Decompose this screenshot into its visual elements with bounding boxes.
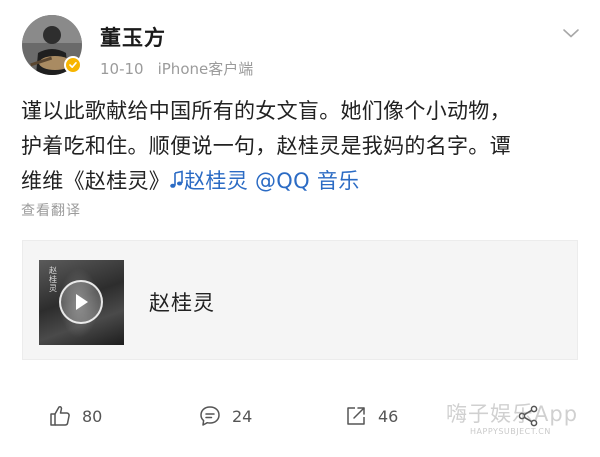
song-title: 赵桂灵 <box>149 291 215 315</box>
repost-icon <box>347 407 365 425</box>
music-link[interactable]: 赵桂灵 <box>170 169 248 193</box>
play-icon <box>76 294 88 310</box>
translate-link[interactable]: 查看翻译 <box>21 200 81 220</box>
post-date: 10-10 <box>100 60 144 78</box>
mention-link[interactable]: @QQ 音乐 <box>255 169 360 193</box>
chevron-down-icon[interactable] <box>562 24 580 38</box>
post-text-line-1: 谨以此歌献给中国所有的女文盲。她们像个小动物， <box>21 99 511 123</box>
thumbs-up-icon <box>50 405 70 426</box>
author-name[interactable]: 董玉方 <box>100 22 166 52</box>
play-button[interactable] <box>59 280 103 324</box>
comment-count: 24 <box>232 406 253 426</box>
post-meta: 10-10 iPhone客户端 <box>100 58 253 79</box>
watermark-subtext: HAPPYSUBJECT.CN <box>470 427 551 436</box>
post-text-line-3: 维维《赵桂灵》 赵桂灵 @QQ 音乐 <box>21 164 581 199</box>
like-button[interactable]: 80 <box>48 393 102 439</box>
music-card[interactable]: 赵桂灵 赵桂灵 <box>22 240 578 360</box>
cover-title: 赵桂灵 <box>49 266 57 293</box>
repost-button[interactable]: 46 <box>344 393 398 439</box>
album-cover: 赵桂灵 <box>39 260 124 345</box>
repost-count: 46 <box>378 406 399 426</box>
watermark-logo: 嗨子娱乐App <box>446 402 579 426</box>
comment-button[interactable]: 24 <box>198 393 252 439</box>
music-link-label: 赵桂灵 <box>184 169 249 193</box>
like-count: 80 <box>82 406 103 426</box>
comment-icon <box>200 406 220 426</box>
post-text-line-2: 护着吃和住。顺便说一句，赵桂灵是我妈的名字。谭 <box>21 134 511 158</box>
post-source: iPhone客户端 <box>157 60 254 78</box>
weibo-post: 董玉方 10-10 iPhone客户端 谨以此歌献给中国所有的女文盲。她们像个小动… <box>0 0 600 457</box>
post-text-line-3-prefix: 维维《赵桂灵》 <box>21 169 171 193</box>
post-text: 谨以此歌献给中国所有的女文盲。她们像个小动物， 护着吃和住。顺便说一句，赵桂灵是… <box>21 94 581 199</box>
verified-badge-icon <box>64 56 82 74</box>
music-note-icon <box>170 170 183 188</box>
